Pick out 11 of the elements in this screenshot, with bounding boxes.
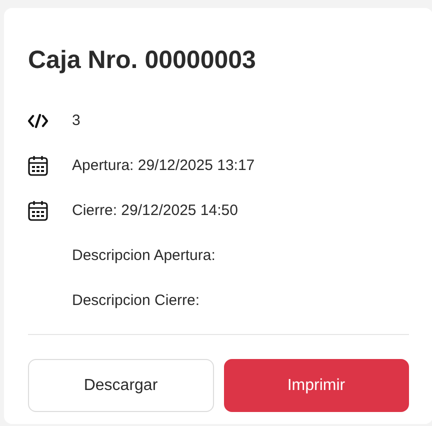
- print-button[interactable]: Imprimir: [224, 359, 409, 412]
- download-button[interactable]: Descargar: [28, 359, 214, 412]
- card-title: Caja Nro. 00000003: [28, 45, 257, 76]
- detail-text: Descripcion Apertura:: [72, 247, 216, 264]
- calendar-icon: [28, 200, 48, 221]
- detail-text: Descripcion Cierre:: [72, 292, 200, 309]
- calendar-icon: [28, 155, 48, 176]
- code-icon: [28, 114, 48, 128]
- detail-text: Cierre: 29/12/2025 14:50: [72, 202, 238, 219]
- detail-text: Apertura: 29/12/2025 13:17: [72, 157, 255, 174]
- detail-text: 3: [72, 112, 80, 129]
